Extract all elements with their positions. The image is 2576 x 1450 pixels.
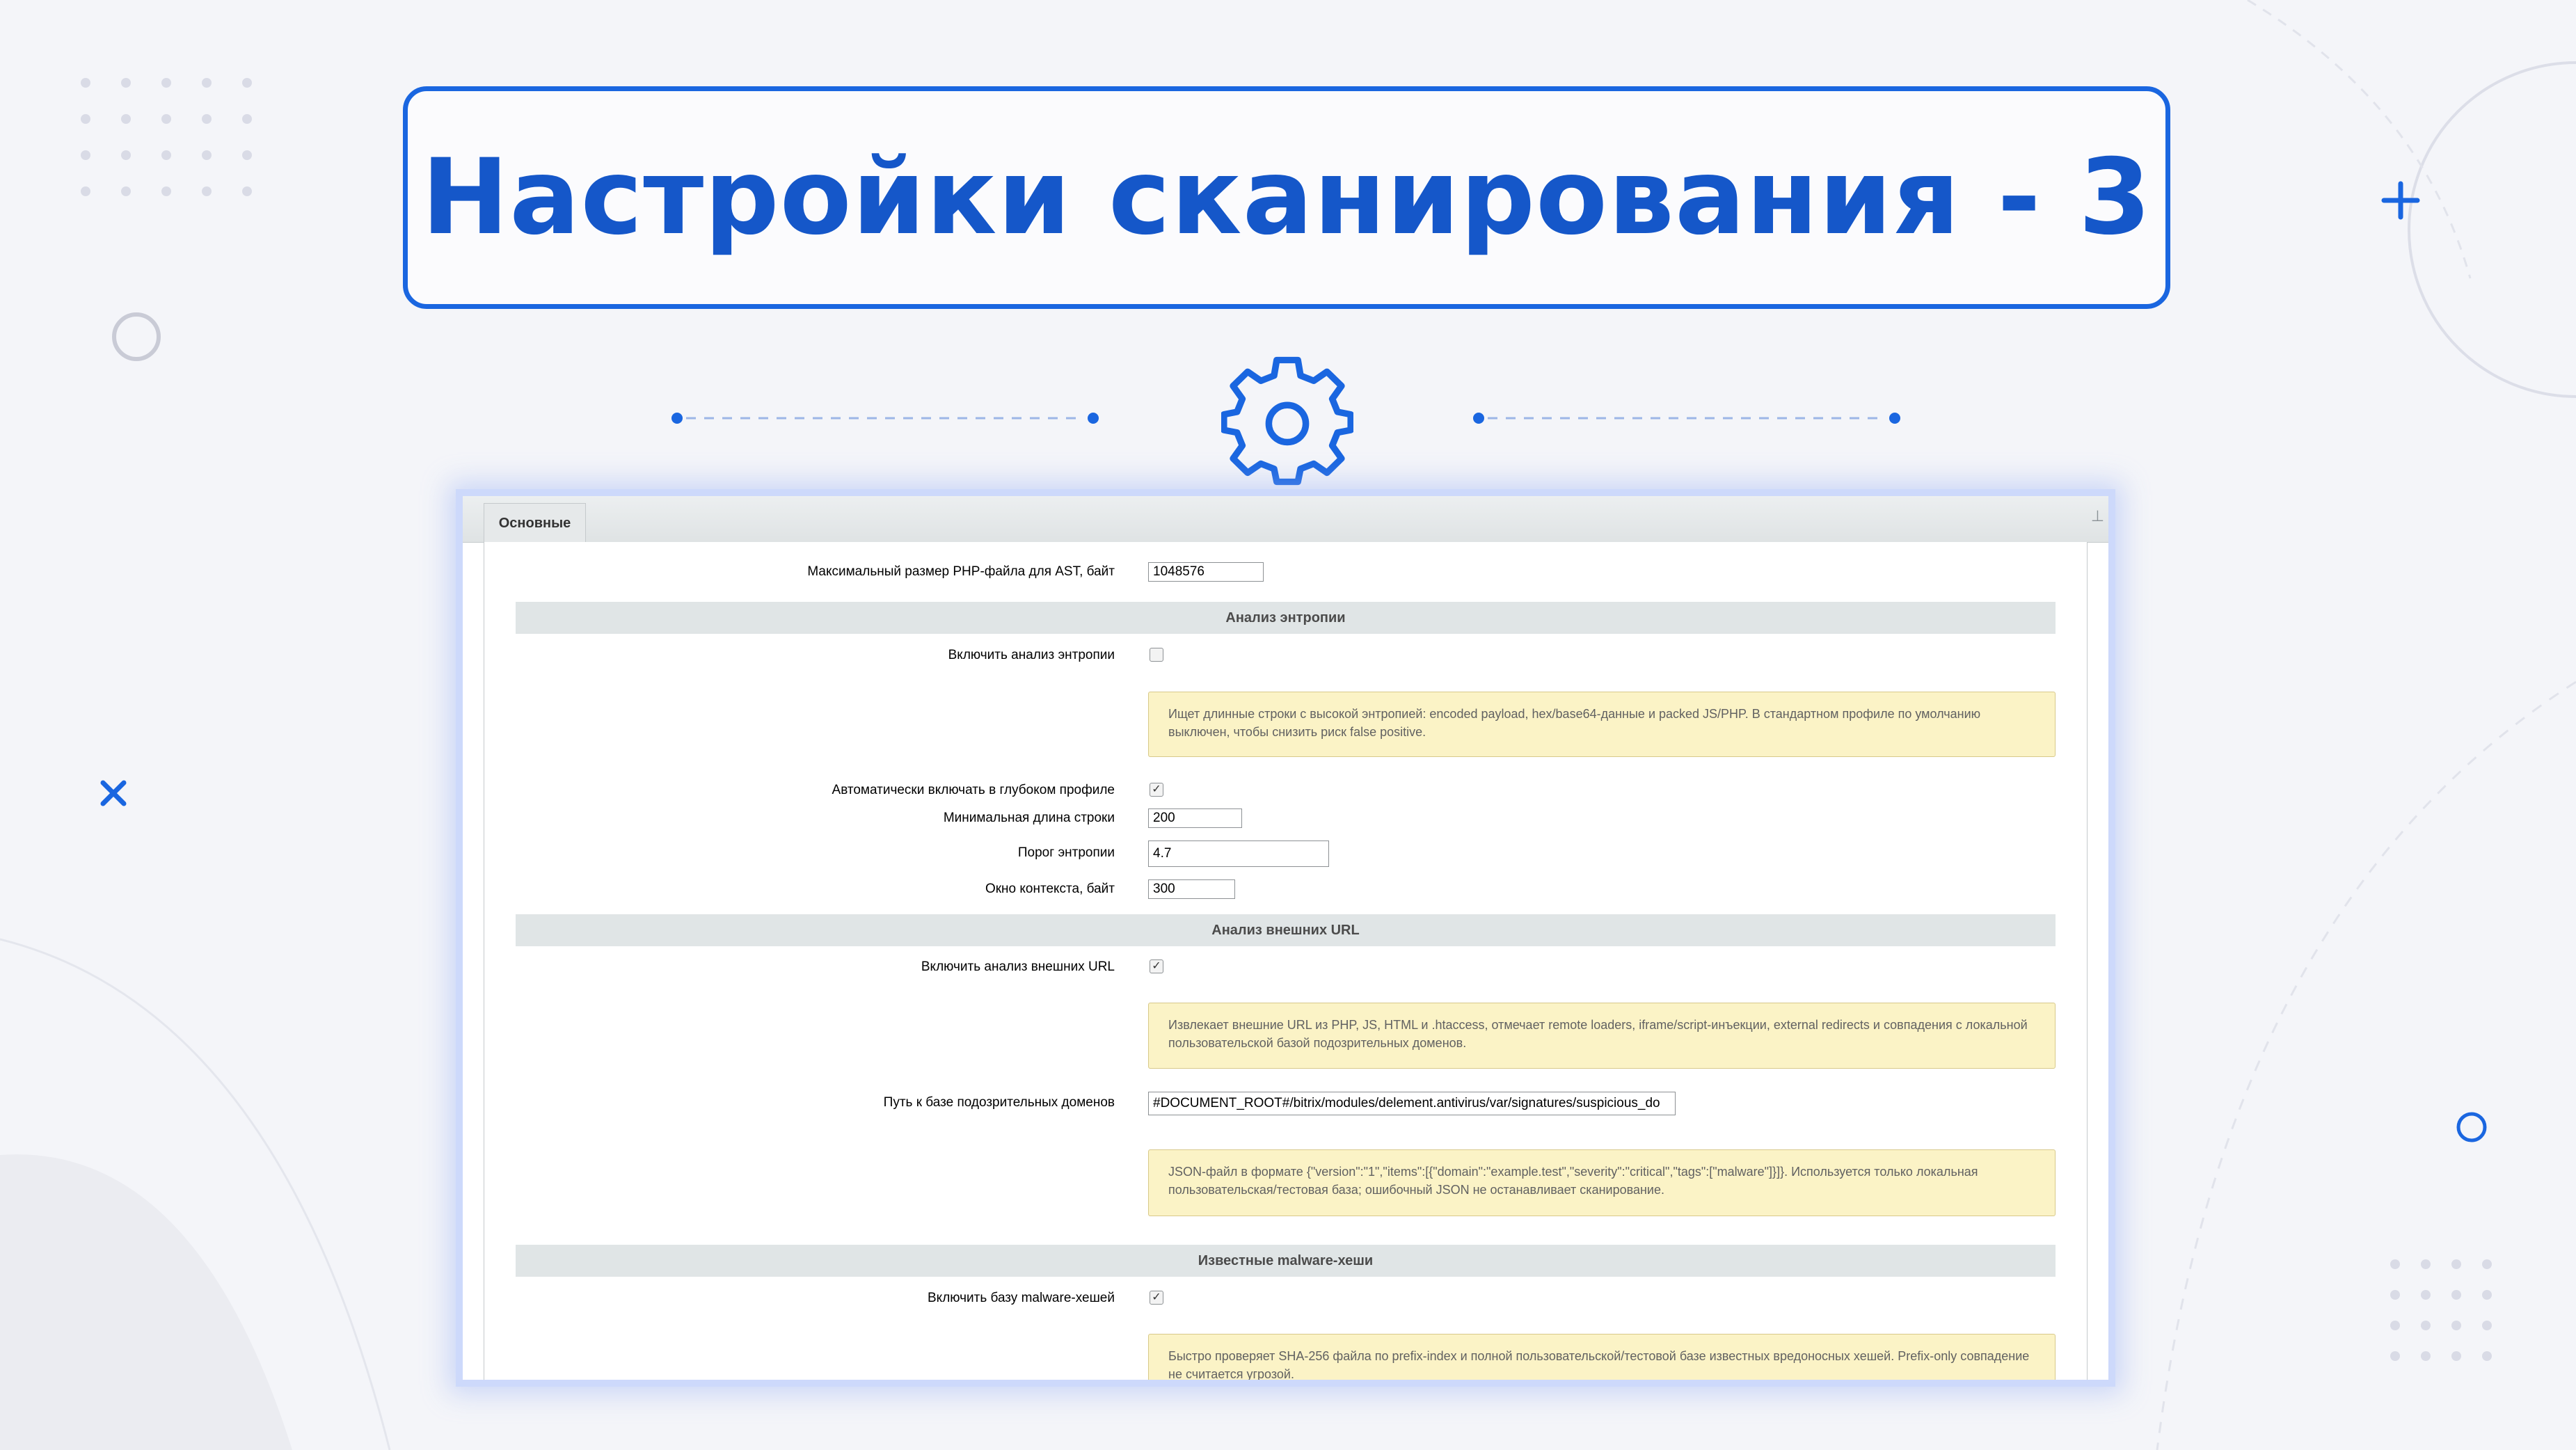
entropy-enable-checkbox[interactable] <box>1150 648 1163 662</box>
hash-enable-checkbox[interactable]: ✓ <box>1150 1291 1163 1305</box>
context-window-input[interactable]: 300 <box>1148 879 1235 899</box>
pin-icon[interactable]: ⊥ <box>2091 507 2104 525</box>
entropy-auto-label: Автоматически включать в глубоком профил… <box>832 783 1115 797</box>
left-connector <box>671 413 1099 424</box>
cross-icon <box>100 780 127 806</box>
entropy-threshold-input[interactable]: 4.7 <box>1148 840 1329 867</box>
section-hashes: Известные malware-хеши <box>516 1245 2056 1277</box>
min-length-label: Минимальная длина строки <box>943 811 1115 825</box>
entropy-enable-label: Включить анализ энтропии <box>948 648 1115 662</box>
plus-icon <box>2381 181 2420 220</box>
context-window-label: Окно контекста, байт <box>985 882 1115 896</box>
tab-main[interactable]: Основные <box>484 503 586 543</box>
circle-outline-icon <box>112 312 161 361</box>
entropy-auto-checkbox[interactable]: ✓ <box>1150 783 1163 797</box>
tab-bar: Основные ⊥ <box>463 496 2108 543</box>
right-connector <box>1473 413 1900 424</box>
hash-enable-label: Включить базу malware-хешей <box>928 1291 1115 1305</box>
gear-icon <box>1221 356 1353 486</box>
url-note: Извлекает внешние URL из PHP, JS, HTML и… <box>1148 1003 2056 1069</box>
entropy-threshold-label: Порог энтропии <box>1017 845 1115 860</box>
min-length-input[interactable]: 200 <box>1148 808 1242 828</box>
title-box: Настройки сканирования - 3 <box>403 86 2170 309</box>
hash-note: Быстро проверяет SHA-256 файла по prefix… <box>1148 1334 2056 1380</box>
form-area: Максимальный размер PHP-файла для AST, б… <box>484 542 2088 1380</box>
url-enable-label: Включить анализ внешних URL <box>921 959 1115 974</box>
section-entropy: Анализ энтропии <box>516 602 2056 634</box>
settings-panel: Основные ⊥ Максимальный размер PHP-файла… <box>456 489 2115 1387</box>
section-urls: Анализ внешних URL <box>516 914 2056 946</box>
page-title: Настройки сканирования - 3 <box>421 137 2152 258</box>
ast-size-input[interactable]: 1048576 <box>1148 562 1264 582</box>
domains-path-label: Путь к базе подозрительных доменов <box>883 1095 1115 1110</box>
ast-size-label: Максимальный размер PHP-файла для AST, б… <box>807 564 1115 579</box>
domains-path-input[interactable]: #DOCUMENT_ROOT#/bitrix/modules/delement.… <box>1148 1092 1676 1115</box>
entropy-note: Ищет длинные строки с высокой энтропией:… <box>1148 692 2056 757</box>
circle-outline-icon <box>2456 1112 2487 1142</box>
domains-note: JSON-файл в формате {"version":"1","item… <box>1148 1149 2056 1216</box>
url-enable-checkbox[interactable]: ✓ <box>1150 959 1163 973</box>
